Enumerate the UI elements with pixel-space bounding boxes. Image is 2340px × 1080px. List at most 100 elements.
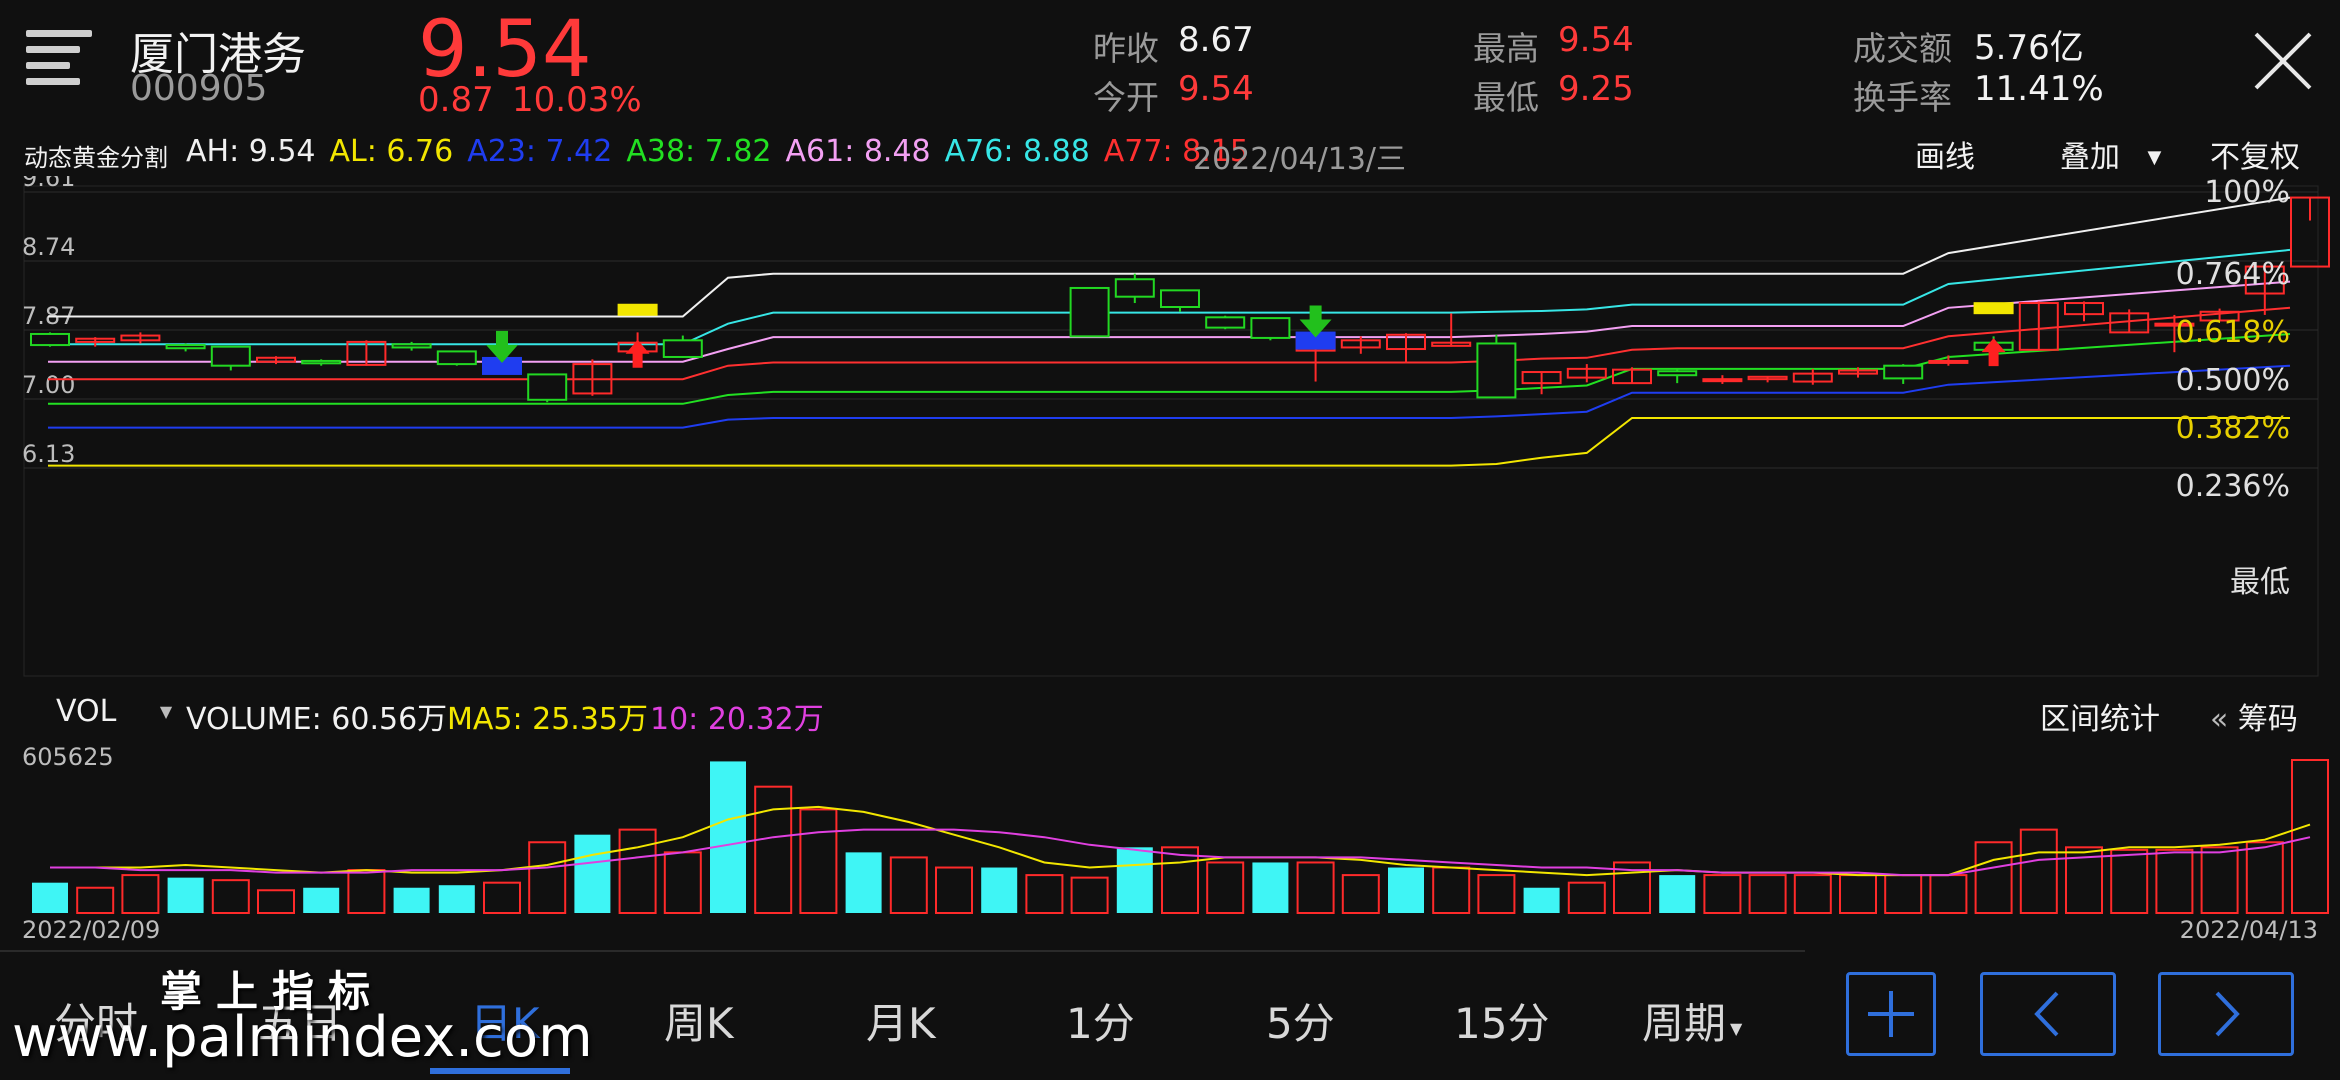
tab-label: 15分 — [1454, 999, 1550, 1048]
tab-5[interactable]: 1分 — [1066, 990, 1135, 1051]
tab-6[interactable]: 5分 — [1266, 990, 1335, 1051]
volume-bar — [76, 886, 115, 914]
prev-close-value: 8.67 — [1178, 20, 1254, 60]
tab-label: 周K — [664, 999, 734, 1048]
turnover-rate-label: 换手率 — [1853, 78, 1952, 117]
indicator-value-5: A76: 8.88 — [944, 134, 1090, 169]
top-bar: 厦门港务 000905 9.54 0.87 10.03% 昨收 8.67 今开 … — [0, 0, 2340, 130]
low-value: 9.25 — [1558, 69, 1634, 109]
overlay-button[interactable]: 叠加 ▼ — [2060, 132, 2161, 176]
tab-8[interactable]: 周期 ▼ — [1642, 990, 1742, 1051]
indicator-value-0: AH: 9.54 — [186, 134, 316, 169]
chips-button[interactable]: « 筹码 — [2210, 694, 2298, 738]
volume-bar — [663, 851, 702, 915]
candle-body — [1250, 317, 1291, 339]
fib-label: 0.236% — [2176, 469, 2290, 504]
caret-down-icon: ▼ — [2147, 147, 2162, 168]
volume-bar — [981, 867, 1018, 913]
candle-body — [662, 339, 703, 358]
volume-bar — [1567, 881, 1606, 914]
high-label: 最高 — [1473, 29, 1539, 68]
double-chevron-left-icon: « — [2210, 702, 2229, 737]
chevron-right-icon — [2215, 991, 2240, 1037]
volume-bar — [211, 879, 250, 914]
indicator-name[interactable]: 动态黄金分割 — [24, 138, 168, 173]
indicator-value-4: A61: 8.48 — [785, 134, 931, 169]
volume-bar — [347, 869, 386, 914]
candle-body — [1160, 289, 1200, 308]
volume-bar — [1748, 874, 1787, 914]
draw-line-button[interactable]: 画线 — [1915, 132, 1975, 176]
add-button[interactable] — [1846, 972, 1936, 1056]
volume-selector[interactable]: VOL ▼ — [56, 694, 172, 729]
close-icon[interactable] — [2252, 30, 2314, 92]
tab-label: 周期 — [1642, 999, 1727, 1048]
next-button[interactable] — [2158, 972, 2294, 1056]
volume-bar — [1523, 887, 1560, 913]
chart-frame — [23, 185, 2319, 677]
volume-bar — [1659, 875, 1696, 913]
prev-close-label: 昨收 — [1093, 29, 1159, 68]
range-stats-button[interactable]: 区间统计 — [2040, 694, 2160, 738]
candle-body — [527, 373, 568, 401]
volume-bar — [574, 834, 611, 913]
volume-bar — [1025, 874, 1064, 914]
caret-down-icon: ▼ — [1730, 1019, 1743, 1038]
volume-bar — [2155, 848, 2194, 915]
open-value: 9.54 — [1178, 69, 1254, 109]
high-value: 9.54 — [1558, 20, 1634, 60]
open-label: 今开 — [1093, 78, 1159, 117]
kline-chart[interactable]: 9.618.747.877.006.13100%0.764%0.618%0.50… — [0, 176, 2340, 686]
volume-bar — [754, 785, 793, 915]
ma10-value: 10: 20.32万 — [650, 702, 824, 737]
tab-label: 1分 — [1066, 999, 1135, 1048]
candle-body — [1069, 286, 1110, 338]
tab-4[interactable]: 月K — [866, 990, 936, 1051]
volume-bar — [1793, 874, 1832, 914]
volume-bar — [2200, 846, 2239, 914]
volume-bar — [528, 841, 567, 914]
candle-body — [1883, 364, 1924, 380]
candle-body — [1657, 370, 1698, 377]
volume-bar — [1839, 874, 1877, 914]
y-tick-label: 6.13 — [22, 440, 75, 468]
fib-label: 0.500% — [2176, 363, 2290, 398]
signal-marker — [617, 303, 658, 316]
volume-bar — [1929, 874, 1968, 914]
turnover-amount-value: 5.76亿 — [1974, 28, 2084, 68]
volume-bar — [2110, 848, 2149, 915]
candle-body — [1928, 359, 1969, 364]
y-tick-label: 7.00 — [22, 371, 75, 399]
y-tick-label: 9.61 — [22, 176, 75, 192]
previous-button[interactable] — [1980, 972, 2116, 1056]
fib-label: 100% — [2204, 176, 2290, 210]
indicator-value-3: A38: 7.82 — [626, 134, 772, 169]
menu-icon[interactable] — [26, 30, 92, 90]
end-date-label: 2022/04/13 — [2180, 916, 2318, 944]
volume-bar — [483, 881, 521, 914]
volume-bar — [845, 852, 882, 913]
indicator-date: 2022/04/13/三 — [1193, 142, 1407, 177]
plus-icon — [1868, 991, 1914, 1037]
tab-label: 5分 — [1266, 999, 1335, 1048]
volume-chart: 605625 2022/02/09 2022/04/13 — [22, 743, 2329, 944]
ma5-value: MA5: 25.35万 — [447, 702, 649, 737]
stock-code: 000905 — [130, 68, 268, 109]
volume-max-label: 605625 — [22, 743, 114, 771]
volume-bar — [618, 828, 657, 914]
candle-body — [1114, 278, 1155, 298]
tab-label: 月K — [866, 999, 936, 1048]
tab-7[interactable]: 15分 — [1454, 990, 1549, 1051]
volume-bar — [167, 877, 204, 913]
volume-bar — [2019, 828, 2058, 914]
candle-body — [301, 359, 342, 365]
volume-bar — [1477, 874, 1516, 914]
signal-marker — [1973, 302, 2014, 315]
volume-bar — [1341, 874, 1380, 914]
volume-bar — [1388, 867, 1424, 913]
tab-3[interactable]: 周K — [664, 990, 734, 1051]
candle-body — [436, 350, 477, 366]
volume-bar — [1206, 861, 1245, 914]
volume-bar — [393, 887, 430, 913]
no-adjust-button[interactable]: 不复权 — [2210, 132, 2300, 176]
